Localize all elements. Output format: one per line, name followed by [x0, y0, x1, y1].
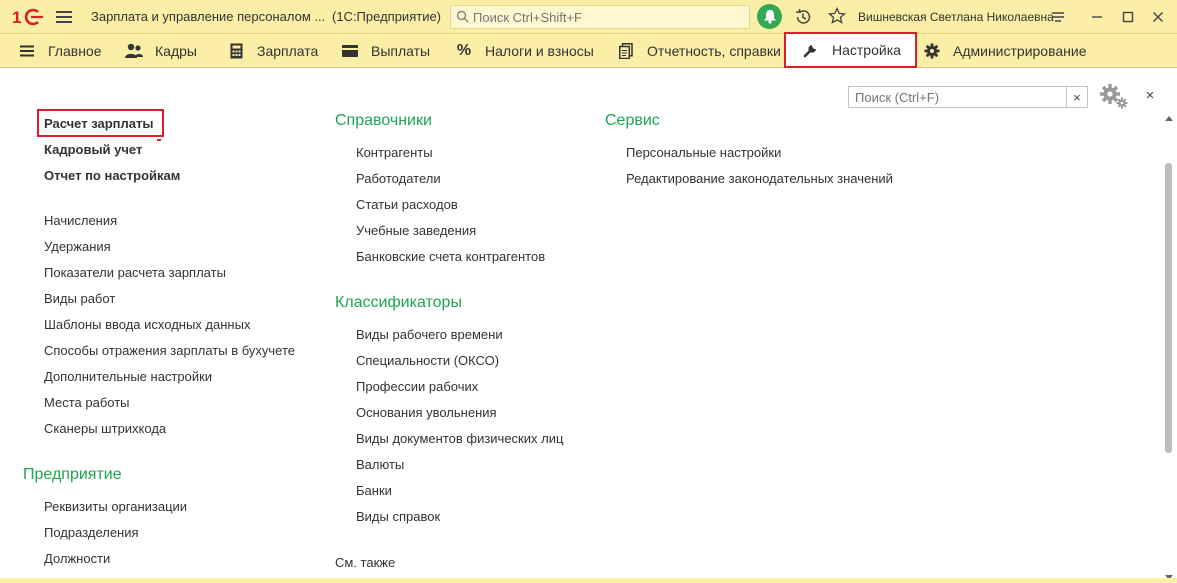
link-barcode-scanners[interactable]: Сканеры штрихкода — [44, 421, 166, 436]
favorites-star-icon[interactable] — [828, 7, 846, 25]
global-search-input[interactable] — [473, 9, 749, 25]
title-bar: 1 Зарплата и управление персоналом ... (… — [0, 0, 1177, 34]
link-specialties[interactable]: Специальности (ОКСО) — [356, 353, 499, 368]
close-window-button[interactable] — [1148, 7, 1168, 27]
svg-text:1: 1 — [12, 8, 21, 27]
section-taxes-label: Налоги и взносы — [485, 43, 594, 59]
link-additional-settings[interactable]: Дополнительные настройки — [44, 369, 212, 384]
minimize-icon — [1092, 16, 1102, 18]
app-subtitle: (1С:Предприятие) — [332, 9, 442, 24]
highlight-marker — [157, 139, 161, 141]
section-reports[interactable]: Отчетность, справки — [617, 34, 781, 68]
people-icon — [125, 42, 143, 60]
section-salary[interactable]: Зарплата — [227, 34, 318, 68]
link-id-document-types[interactable]: Виды документов физических лиц — [356, 431, 563, 446]
link-dismissal-reasons[interactable]: Основания увольнения — [356, 405, 497, 420]
link-educational-institutions[interactable]: Учебные заведения — [356, 223, 476, 238]
section-personnel-label: Кадры — [155, 43, 197, 59]
link-deductions[interactable]: Удержания — [44, 239, 111, 254]
link-employers[interactable]: Работодатели — [356, 171, 441, 186]
section-administration[interactable]: Администрирование — [923, 34, 1087, 68]
panel-search-input[interactable] — [849, 87, 1066, 107]
group-title-enterprise: Предприятие — [23, 466, 122, 483]
maximize-button[interactable] — [1118, 7, 1138, 27]
section-salary-label: Зарплата — [257, 43, 319, 59]
bell-icon — [763, 10, 776, 24]
window-options-button[interactable] — [1048, 7, 1068, 27]
link-see-also[interactable]: См. также — [335, 555, 395, 570]
link-positions[interactable]: Должности — [44, 551, 110, 566]
link-counterparties[interactable]: Контрагенты — [356, 145, 433, 160]
link-settings-report[interactable]: Отчет по настройкам — [44, 168, 180, 183]
main-menu-icon[interactable] — [56, 11, 72, 23]
link-salary-indicators[interactable]: Показатели расчета зарплаты — [44, 265, 226, 280]
scroll-thumb[interactable] — [1165, 163, 1172, 453]
group-title-classifiers: Классификаторы — [335, 294, 462, 311]
scroll-up-arrow-icon[interactable] — [1165, 116, 1173, 121]
section-settings[interactable]: Настройка — [784, 32, 917, 68]
link-accruals[interactable]: Начисления — [44, 213, 117, 228]
minimize-button[interactable] — [1087, 7, 1107, 27]
link-counterparty-bank-accounts[interactable]: Банковские счета контрагентов — [356, 249, 545, 264]
reports-icon — [617, 42, 635, 60]
link-worker-professions[interactable]: Профессии рабочих — [356, 379, 478, 394]
link-input-templates[interactable]: Шаблоны ввода исходных данных — [44, 317, 250, 332]
link-certificate-types[interactable]: Виды справок — [356, 509, 440, 524]
search-icon — [456, 10, 469, 23]
close-icon — [1153, 12, 1163, 22]
section-main[interactable]: Главное — [18, 34, 102, 68]
settings-panel: × × Расчет зарплаты Кадровый учет Отчет … — [0, 68, 1177, 583]
link-org-details[interactable]: Реквизиты организации — [44, 499, 187, 514]
section-payments[interactable]: Выплаты — [341, 34, 430, 68]
link-banks[interactable]: Банки — [356, 483, 392, 498]
global-search-field[interactable] — [450, 5, 750, 29]
link-expense-items[interactable]: Статьи расходов — [356, 197, 458, 212]
close-panel-button[interactable]: × — [1142, 87, 1158, 105]
section-taxes[interactable]: % Налоги и взносы — [455, 34, 594, 68]
1c-logo-icon[interactable]: 1 — [12, 7, 44, 27]
maximize-icon — [1122, 11, 1134, 23]
section-personnel[interactable]: Кадры — [125, 34, 197, 68]
panel-settings-gear-icon[interactable] — [1099, 83, 1129, 109]
section-payments-label: Выплаты — [371, 43, 431, 59]
group-title-catalogs: Справочники — [335, 112, 432, 129]
group-title-service: Сервис — [605, 112, 660, 129]
panel-search-field[interactable]: × — [848, 86, 1088, 108]
link-salary-calculation[interactable]: Расчет зарплаты — [44, 116, 153, 131]
clear-search-button[interactable]: × — [1066, 87, 1087, 107]
menu-icon — [18, 42, 36, 60]
link-currencies[interactable]: Валюты — [356, 457, 404, 472]
gear-icon — [923, 42, 941, 60]
wallet-icon — [341, 42, 359, 60]
link-edit-legal-values[interactable]: Редактирование законодательных значений — [626, 171, 893, 186]
section-administration-label: Администрирование — [953, 43, 1087, 59]
history-icon[interactable] — [794, 8, 812, 26]
app-title: Зарплата и управление персоналом ... — [91, 9, 326, 24]
link-work-types[interactable]: Виды работ — [44, 291, 115, 306]
link-personal-settings[interactable]: Персональные настройки — [626, 145, 781, 160]
lines-icon — [1052, 12, 1064, 22]
bottom-border — [0, 578, 1177, 583]
link-departments[interactable]: Подразделения — [44, 525, 139, 540]
link-hr-accounting[interactable]: Кадровый учет — [44, 142, 142, 157]
section-reports-label: Отчетность, справки — [647, 43, 781, 59]
link-accounting-methods[interactable]: Способы отражения зарплаты в бухучете — [44, 343, 295, 358]
section-settings-label: Настройка — [832, 42, 901, 58]
notifications-button[interactable] — [757, 4, 782, 29]
link-work-time-types[interactable]: Виды рабочего времени — [356, 327, 503, 342]
link-workplaces[interactable]: Места работы — [44, 395, 130, 410]
sections-panel: Главное Кадры Зарплата Выплаты % Налоги … — [0, 32, 1177, 68]
section-main-label: Главное — [48, 43, 102, 59]
calculator-icon — [227, 42, 245, 60]
current-user-name[interactable]: Вишневская Светлана Николаевна — [858, 10, 1054, 24]
percent-icon: % — [456, 42, 472, 59]
wrench-icon — [802, 41, 820, 59]
vertical-scrollbar[interactable] — [1164, 116, 1173, 583]
